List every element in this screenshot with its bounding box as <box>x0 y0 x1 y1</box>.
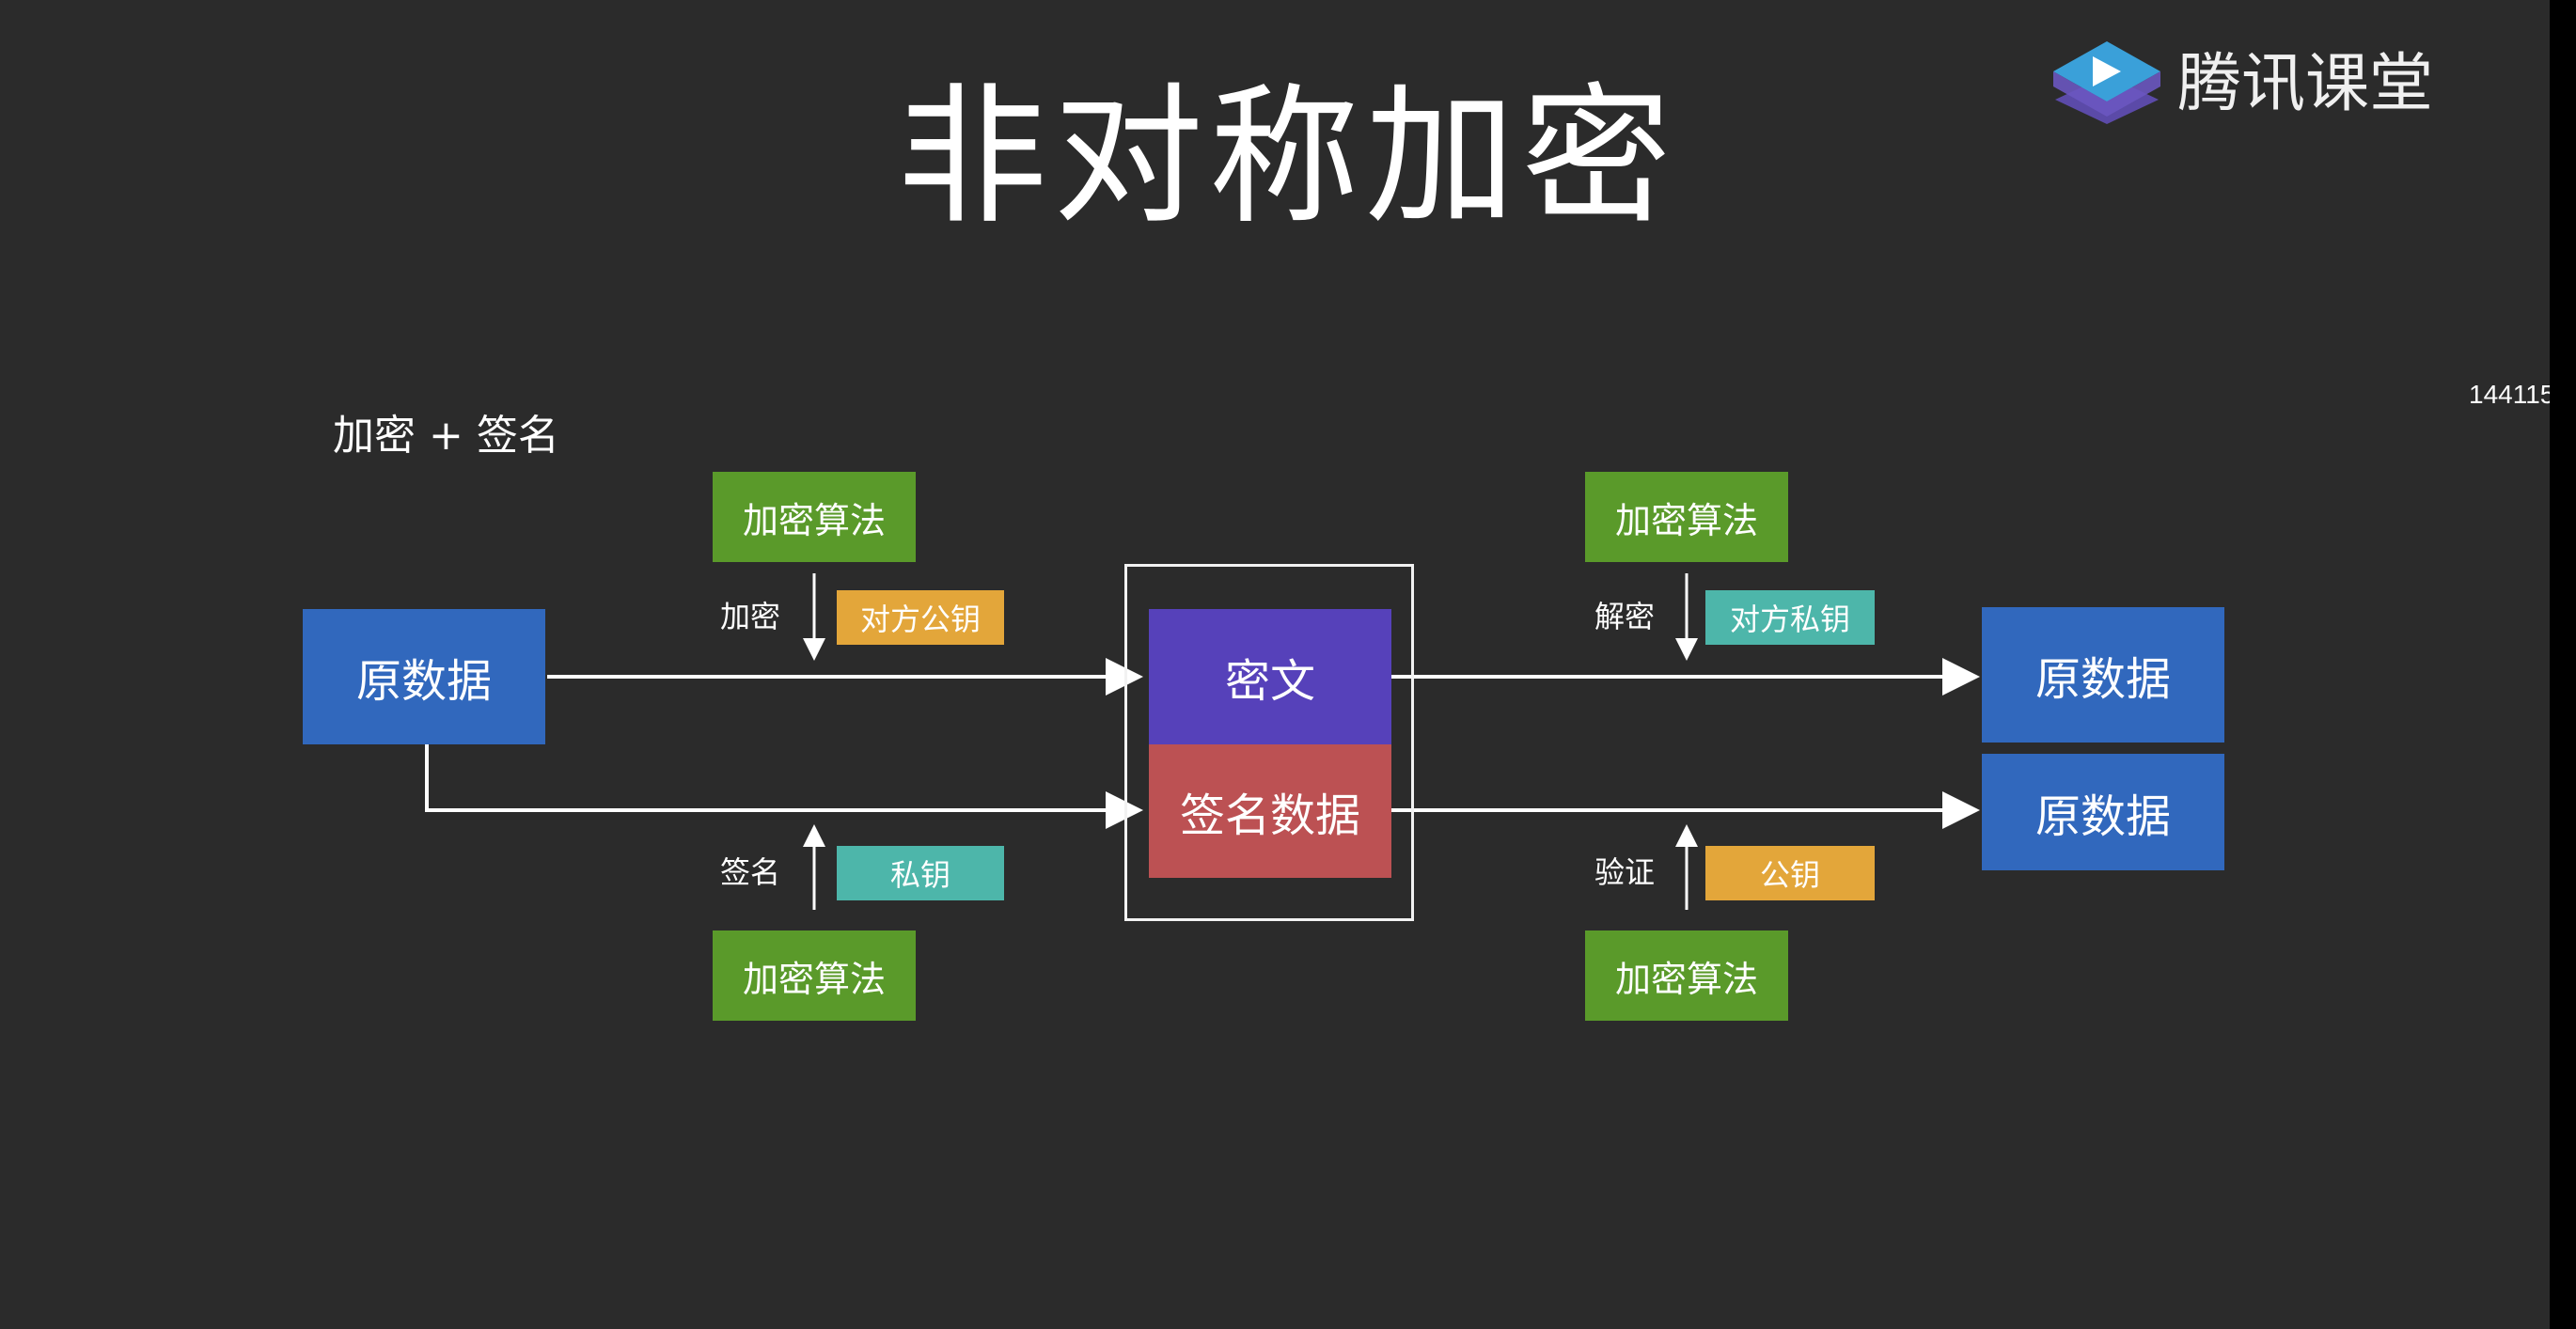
sign-algorithm-box: 加密算法 <box>713 930 916 1021</box>
sign-key-box: 私钥 <box>837 846 1004 900</box>
decrypt-key-box: 对方私钥 <box>1705 590 1875 645</box>
ciphertext-box: 密文 <box>1149 609 1391 744</box>
sign-action-label: 签名 <box>720 854 781 890</box>
source-data-box: 原数据 <box>303 609 545 744</box>
slide: 非对称加密 腾讯课堂 1441152 加密 + 签名 <box>0 0 2550 1329</box>
result-data-box-bottom: 原数据 <box>1982 754 2224 870</box>
decrypt-action-label: 解密 <box>1594 599 1656 634</box>
result-data-box-top: 原数据 <box>1982 607 2224 743</box>
encrypt-action-label: 加密 <box>720 599 781 634</box>
encrypt-algorithm-box: 加密算法 <box>713 472 916 562</box>
verify-algorithm-box: 加密算法 <box>1585 930 1788 1021</box>
signature-data-box: 签名数据 <box>1149 744 1391 878</box>
verify-key-box: 公钥 <box>1705 846 1875 900</box>
arrow-source-to-signature <box>425 744 1143 829</box>
decrypt-algorithm-box: 加密算法 <box>1585 472 1788 562</box>
verify-action-label: 验证 <box>1594 854 1656 890</box>
encrypt-key-box: 对方公钥 <box>837 590 1004 645</box>
